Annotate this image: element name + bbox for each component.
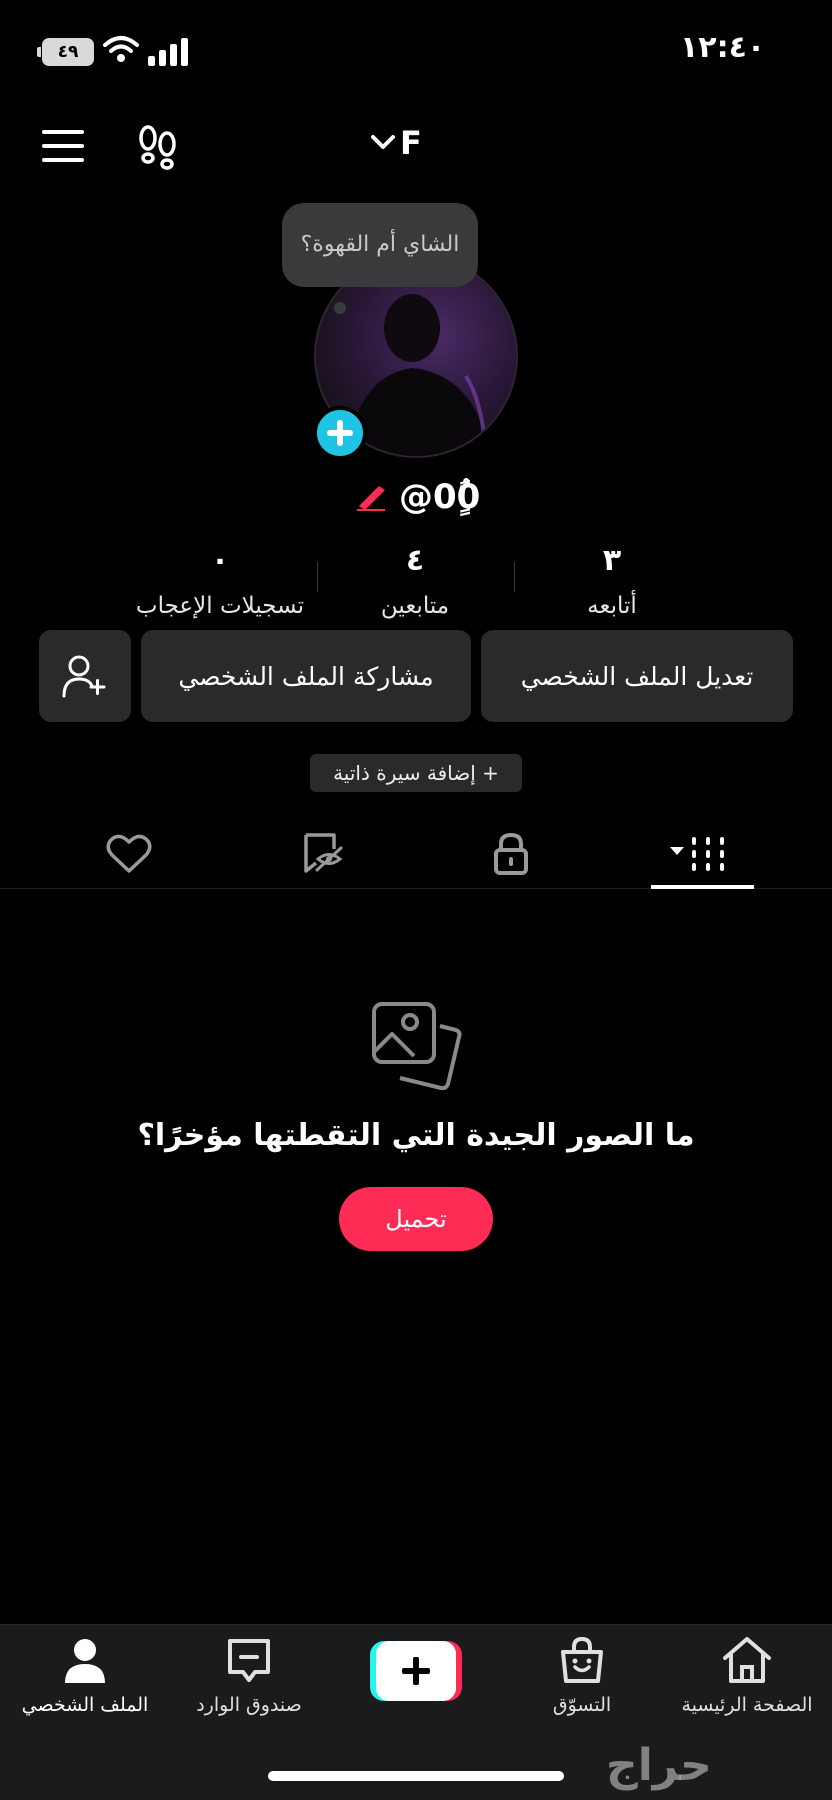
account-name: F: [400, 124, 422, 162]
heart-icon: [106, 834, 152, 873]
nav-shop[interactable]: التسوّق: [497, 1636, 667, 1716]
create-button[interactable]: [370, 1641, 462, 1701]
nav-home[interactable]: الصفحة الرئيسية: [662, 1636, 832, 1716]
menu-icon[interactable]: [42, 128, 86, 164]
watermark-logo: حراج: [606, 1740, 712, 1791]
note-bubble-tail: [334, 302, 346, 314]
stat-value: ٠: [210, 543, 230, 578]
nav-home-label: الصفحة الرئيسية: [681, 1694, 813, 1716]
photos-icon: [370, 1000, 464, 1094]
username: @0ًٍُ0: [399, 477, 481, 517]
stat-value: ٤: [405, 543, 425, 578]
signal-icon: [148, 38, 190, 66]
stat-label: متابعين: [380, 593, 450, 619]
tab-liked[interactable]: [79, 822, 179, 886]
empty-state-title: ما الصور الجيدة التي التقطتها مؤخرًا؟: [137, 1118, 695, 1153]
person-icon: [65, 1639, 105, 1683]
tab-reposts[interactable]: [273, 822, 373, 886]
stat-label: أتابعه: [587, 593, 637, 619]
plus-icon: [327, 420, 353, 446]
grid-icon: [670, 837, 724, 871]
repost-hidden-icon: [304, 833, 343, 873]
upload-button[interactable]: تحميل: [339, 1187, 493, 1251]
add-friend-button[interactable]: [39, 630, 131, 722]
nav-inbox[interactable]: صندوق الوارد: [164, 1636, 334, 1716]
username-row: @0ًٍُ0: [355, 477, 515, 517]
battery-indicator: ٤٩: [37, 38, 94, 66]
stat-followers[interactable]: ٤ متابعين: [330, 543, 500, 619]
lock-icon: [494, 832, 528, 875]
add-user-icon: [62, 655, 106, 698]
nav-profile[interactable]: الملف الشخصي: [0, 1636, 170, 1716]
account-switcher[interactable]: F: [370, 124, 422, 162]
add-bio-button[interactable]: + إضافة سيرة ذاتية: [310, 754, 522, 792]
share-profile-button[interactable]: مشاركة الملف الشخصي: [141, 630, 471, 722]
stat-divider: [514, 562, 515, 592]
wifi-icon: [102, 34, 140, 64]
note-bubble[interactable]: الشاي أم القهوة؟: [282, 203, 478, 287]
nav-profile-label: الملف الشخصي: [21, 1694, 149, 1716]
tab-private[interactable]: [461, 822, 561, 886]
edit-pencil-icon[interactable]: [355, 482, 389, 512]
chevron-down-icon: [370, 134, 396, 152]
stat-label: تسجيلات الإعجاب: [135, 593, 305, 619]
status-time: ١٢:٤٠: [680, 30, 766, 65]
nav-inbox-label: صندوق الوارد: [196, 1694, 302, 1716]
home-indicator[interactable]: [268, 1771, 564, 1781]
edit-profile-button[interactable]: تعديل الملف الشخصي: [481, 630, 793, 722]
tab-videos[interactable]: [652, 822, 752, 886]
home-icon: [723, 1637, 771, 1683]
stat-following[interactable]: ٣ أتابعه: [527, 543, 697, 619]
footprints-icon[interactable]: [136, 124, 180, 170]
add-story-button[interactable]: [313, 406, 367, 460]
active-tab-indicator: [651, 885, 754, 889]
stat-value: ٣: [602, 543, 622, 578]
nav-shop-label: التسوّق: [552, 1694, 612, 1716]
inbox-icon: [228, 1639, 270, 1682]
shopping-bag-icon: [561, 1636, 603, 1683]
stat-likes[interactable]: ٠ تسجيلات الإعجاب: [118, 543, 322, 619]
